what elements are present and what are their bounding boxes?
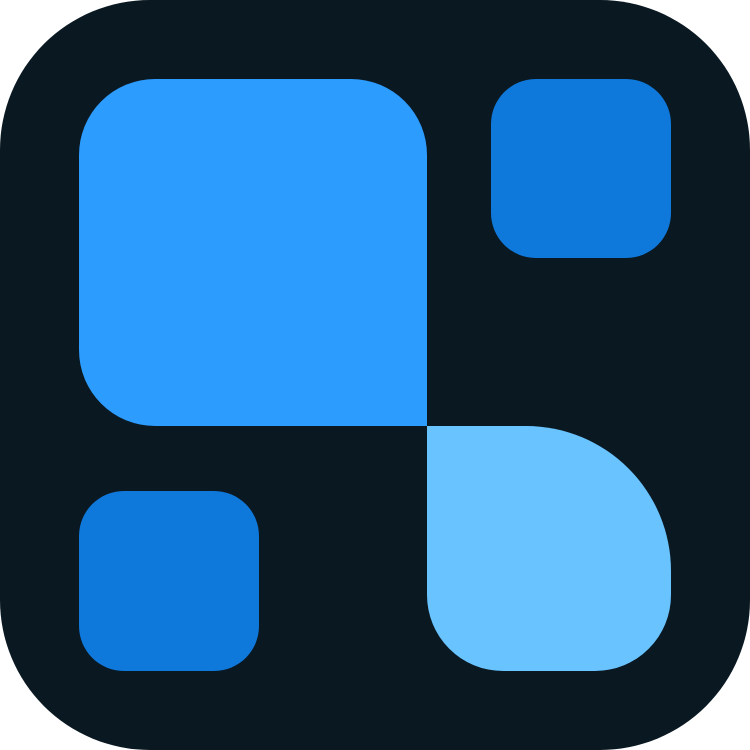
app-icon-canvas	[0, 0, 750, 750]
blue-rounded-square-large-icon	[79, 79, 427, 426]
dark-blue-rounded-square-top-right-icon	[491, 79, 671, 258]
dark-blue-rounded-square-bottom-left-icon	[79, 491, 259, 671]
app-icon	[0, 0, 750, 750]
light-blue-rounded-square-bottom-right-icon	[427, 426, 671, 671]
